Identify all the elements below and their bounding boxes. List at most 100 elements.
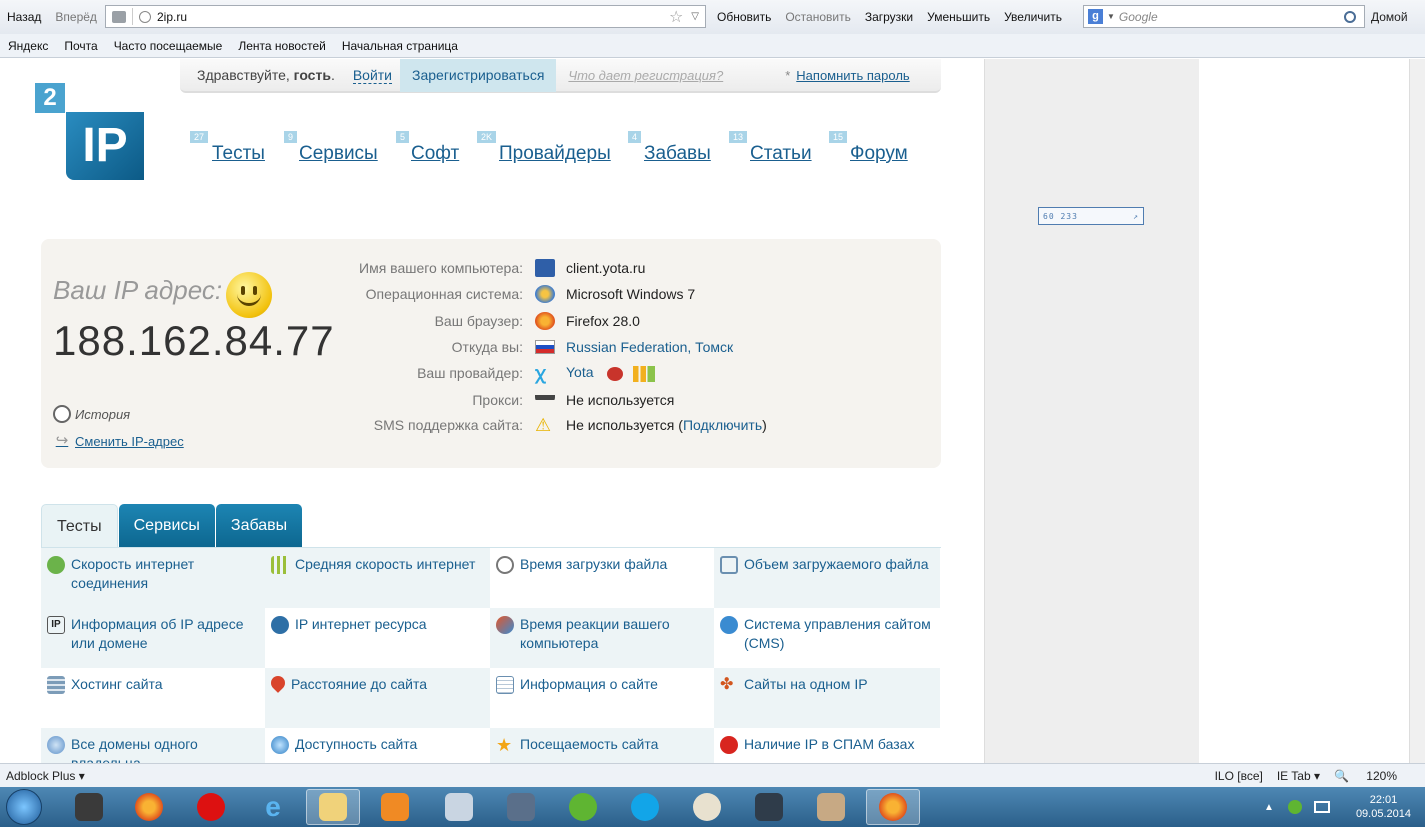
tab-tests[interactable]: Тесты [41,504,118,547]
tab-services[interactable]: Сервисы [118,504,215,547]
forward-button[interactable]: Вперёд [48,10,104,24]
info-row-computer: Имя вашего компьютера: client.yota.ru [41,255,941,281]
url-text[interactable]: 2ip.ru [157,10,669,24]
info-row-os: Операционная система: Microsoft Windows … [41,281,941,307]
address-bar[interactable]: 2ip.ru ☆ ▽ [105,5,706,28]
right-sidebar [984,59,1199,763]
remind-password-link[interactable]: Напомнить пароль [796,68,909,83]
nav-label[interactable]: Провайдеры [499,143,611,165]
stop-button[interactable]: Остановить [778,10,858,24]
ilo-status[interactable]: ILO [все] [1215,769,1263,783]
adblock-menu[interactable]: Adblock Plus ▾ [0,769,85,783]
home-button[interactable]: Домой [1371,10,1408,24]
tab-fun[interactable]: Забавы [215,504,303,547]
nav-badge: 15 [829,131,848,143]
firefox-icon [879,793,907,821]
test-link[interactable]: Расстояние до сайта [291,675,427,694]
task-media-player[interactable] [368,789,422,825]
register-button[interactable]: Зарегистрироваться [400,59,557,92]
bookmark-yandex[interactable]: Яндекс [0,39,56,53]
nav-label[interactable]: Тесты [212,143,265,165]
visit-counter[interactable]: 60 233 ↗ [1038,207,1144,225]
globe-icon [139,10,151,23]
refresh-button[interactable]: Обновить [710,10,778,24]
bookmark-news[interactable]: Лента новостей [230,39,334,53]
search-box[interactable]: g ▼ Google [1083,5,1365,28]
zoom-in-button[interactable]: Увеличить [997,10,1069,24]
zoom-out-button[interactable]: Уменьшить [920,10,997,24]
folder-icon [319,793,347,821]
provider-link[interactable]: Yota [566,364,594,380]
magnifier-icon: 🔍 [1334,769,1349,783]
location-link[interactable]: Russian Federation, Томск [566,339,733,355]
task-firefox[interactable] [122,789,176,825]
test-link[interactable]: Доступность сайта [295,735,417,754]
search-icon[interactable] [1344,10,1356,23]
task-app[interactable] [804,789,858,825]
test-link[interactable]: Хостинг сайта [71,675,163,694]
login-link[interactable]: Войти [352,67,393,84]
task-opera[interactable] [184,789,238,825]
test-link[interactable]: Система управления сайтом (CMS) [744,615,934,653]
ietab-menu[interactable]: IE Tab ▾ [1277,769,1320,783]
bookmark-mail[interactable]: Почта [56,39,105,53]
registration-info-link[interactable]: Что дает регистрация? [568,68,723,83]
test-link[interactable]: IP интернет ресурса [295,615,427,634]
task-keyboard[interactable] [494,789,548,825]
test-link[interactable]: Информация о сайте [520,675,658,694]
test-link[interactable]: Все домены одного владельца [71,735,259,763]
bug-icon[interactable] [607,366,624,381]
task-network[interactable] [742,789,796,825]
start-button[interactable] [6,789,42,825]
test-link[interactable]: Наличие IP в СПАМ базах [744,735,914,754]
nav-label[interactable]: Статьи [750,143,812,165]
nav-badge: 9 [284,131,298,143]
nav-label[interactable]: Форум [850,143,908,165]
site-logo[interactable]: 2 IP [35,83,145,181]
star-icon: ★ [496,735,513,755]
test-link[interactable]: Объем загружаемого файла [744,555,929,574]
login-bar: Здравствуйте, гость. Войти Зарегистриров… [180,59,941,93]
test-link[interactable]: Скорость интернет соединения [71,555,259,593]
task-ie[interactable]: e [246,789,300,825]
chevron-down-icon[interactable]: ▼ [1107,12,1115,21]
utorrent-icon[interactable] [1287,800,1302,814]
chevron-down-icon[interactable]: ▽ [691,11,699,22]
file-size-icon [720,556,738,574]
clock[interactable]: 22:01 09.05.2014 [1356,793,1411,821]
nav-label[interactable]: Забавы [644,143,711,165]
test-link[interactable]: Время реакции вашего компьютера [520,615,708,653]
list-item: IP Информация об IP адресе или домене [41,608,265,668]
bookmark-star-icon[interactable]: ☆ [669,7,683,27]
task-skype[interactable] [618,789,672,825]
bookmark-most-visited[interactable]: Часто посещаемые [106,39,231,53]
task-explorer[interactable] [306,789,360,825]
list-item: Система управления сайтом (CMS) [714,608,940,668]
signal-bars-icon[interactable] [633,365,656,382]
back-button[interactable]: Назад [0,10,48,24]
page-icon [112,10,126,23]
tray-expand-icon[interactable]: ▲ [1264,802,1274,813]
test-link[interactable]: Время загрузки файла [520,555,667,574]
test-link[interactable]: Сайты на одном IP [744,675,868,694]
task-utorrent[interactable] [556,789,610,825]
downloads-button[interactable]: Загрузки [858,10,920,24]
task-laptop[interactable] [62,789,116,825]
test-link[interactable]: Информация об IP адресе или домене [71,615,259,653]
task-firefox-active[interactable] [866,789,920,825]
task-calculator[interactable] [432,789,486,825]
connect-link[interactable]: Подключить [683,417,762,433]
nav-badge: 5 [396,131,410,143]
vertical-scrollbar[interactable] [1409,59,1425,763]
bookmarks-bar: Яндекс Почта Часто посещаемые Лента ново… [0,34,1425,58]
test-link[interactable]: Посещаемость сайта [520,735,658,754]
test-link[interactable]: Средняя скорость интернет [295,555,475,574]
nav-label[interactable]: Софт [411,143,459,165]
zoom-level[interactable]: 🔍 120% [1334,769,1411,783]
nav-label[interactable]: Сервисы [299,143,378,165]
google-icon[interactable]: g [1088,9,1103,24]
bookmark-start-page[interactable]: Начальная страница [334,39,466,53]
search-input[interactable]: Google [1119,10,1344,24]
network-status-icon[interactable] [1313,801,1330,813]
task-paint[interactable] [680,789,734,825]
